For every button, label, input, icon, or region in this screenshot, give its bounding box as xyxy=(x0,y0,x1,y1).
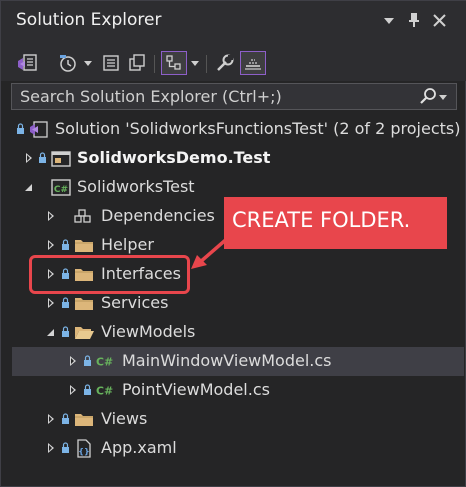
folder-icon xyxy=(75,298,93,310)
folder-icon xyxy=(75,240,93,252)
panel-titlebar: Solution Explorer xyxy=(1,1,466,43)
copy-icon[interactable] xyxy=(125,51,149,75)
search-input[interactable]: Search Solution Explorer (Ctrl+;) xyxy=(11,83,457,110)
lock-icon xyxy=(17,123,24,134)
lock-icon xyxy=(62,326,69,337)
switch-views-icon[interactable] xyxy=(161,51,187,75)
home-icon[interactable] xyxy=(15,51,41,75)
svg-text:C#: C# xyxy=(96,385,113,398)
toolbar-separator xyxy=(206,55,207,73)
tree-item-label: Services xyxy=(101,293,169,312)
search-options-dropdown-icon[interactable] xyxy=(439,95,447,100)
csharp-file-icon: C# xyxy=(96,385,113,398)
tree-item-mainwindowviewmodel[interactable]: C# MainWindowViewModel.cs xyxy=(12,347,464,376)
close-icon[interactable] xyxy=(429,12,449,32)
tree-item-solution[interactable]: Solution 'SolidworksFunctionsTest' (2 of… xyxy=(1,115,465,144)
tree-item-app-xaml[interactable]: {} App.xaml xyxy=(1,434,465,463)
xaml-file-icon: {} xyxy=(77,439,91,458)
chevron-down-icon[interactable] xyxy=(379,12,399,32)
tree-item-viewmodels[interactable]: ViewModels xyxy=(1,318,465,347)
lock-icon xyxy=(62,239,69,250)
toolbar-separator xyxy=(154,55,155,73)
lock-icon xyxy=(62,297,69,308)
solution-explorer-panel: Solution Explorer Search Solution Explor… xyxy=(0,0,466,487)
pin-icon[interactable] xyxy=(404,12,424,32)
folder-open-icon xyxy=(75,327,94,339)
tree-item-solidworksdemo-test[interactable]: SolidworksDemo.Test xyxy=(1,144,465,173)
tree-item-label: Solution 'SolidworksFunctionsTest' (2 of… xyxy=(55,119,461,138)
solution-toolbar xyxy=(1,43,466,81)
tree-item-label: SolidworksDemo.Test xyxy=(77,148,271,167)
expand-arrow-icon[interactable] xyxy=(70,385,76,395)
solution-icon xyxy=(30,121,48,138)
tree-item-label: Helper xyxy=(101,235,154,254)
search-placeholder: Search Solution Explorer (Ctrl+;) xyxy=(20,87,282,106)
dependencies-icon xyxy=(74,209,91,223)
csharp-project-icon: C# xyxy=(51,179,71,196)
expand-arrow-icon[interactable] xyxy=(48,240,54,250)
annotation-highlight-box xyxy=(29,255,190,294)
lock-icon xyxy=(84,355,91,366)
expand-arrow-icon[interactable] xyxy=(48,414,54,424)
tree-item-label: App.xaml xyxy=(101,438,177,457)
expand-arrow-icon[interactable] xyxy=(48,211,54,221)
svg-text:C#: C# xyxy=(54,185,68,195)
panel-title: Solution Explorer xyxy=(16,10,162,30)
lock-icon xyxy=(84,384,91,395)
svg-text:{}: {} xyxy=(78,447,89,456)
preview-icon[interactable] xyxy=(240,51,266,75)
expand-arrow-icon[interactable] xyxy=(26,153,32,163)
history-dropdown-icon[interactable] xyxy=(84,61,92,66)
csharp-file-icon: C# xyxy=(96,356,113,369)
tree-item-label: Views xyxy=(101,409,148,428)
expand-arrow-icon[interactable] xyxy=(70,356,76,366)
tree-item-label: PointViewModel.cs xyxy=(122,380,270,399)
collapse-all-icon[interactable] xyxy=(99,51,123,75)
collapse-arrow-icon[interactable] xyxy=(47,329,54,336)
callout-text: CREATE FOLDER. xyxy=(232,208,411,232)
tree-item-label: MainWindowViewModel.cs xyxy=(122,351,332,370)
tree-item-label: Dependencies xyxy=(101,206,215,225)
tree-item-pointviewmodel[interactable]: C# PointViewModel.cs xyxy=(1,376,465,405)
tree-item-label: SolidworksTest xyxy=(77,177,195,196)
svg-text:C#: C# xyxy=(96,356,113,369)
lock-icon xyxy=(39,152,46,163)
tree-item-views[interactable]: Views xyxy=(1,405,465,434)
annotation-callout: CREATE FOLDER. xyxy=(224,197,447,249)
tree-item-label: ViewModels xyxy=(101,322,196,341)
project-icon xyxy=(51,151,71,167)
lock-icon xyxy=(62,413,69,424)
search-icon[interactable] xyxy=(418,87,438,111)
expand-arrow-icon[interactable] xyxy=(48,443,54,453)
expand-arrow-icon[interactable] xyxy=(48,298,54,308)
lock-icon xyxy=(62,442,69,453)
collapse-arrow-icon[interactable] xyxy=(25,184,32,191)
views-dropdown-icon[interactable] xyxy=(191,61,199,66)
folder-icon xyxy=(75,414,93,426)
history-icon[interactable] xyxy=(55,51,79,75)
properties-icon[interactable] xyxy=(213,51,237,75)
